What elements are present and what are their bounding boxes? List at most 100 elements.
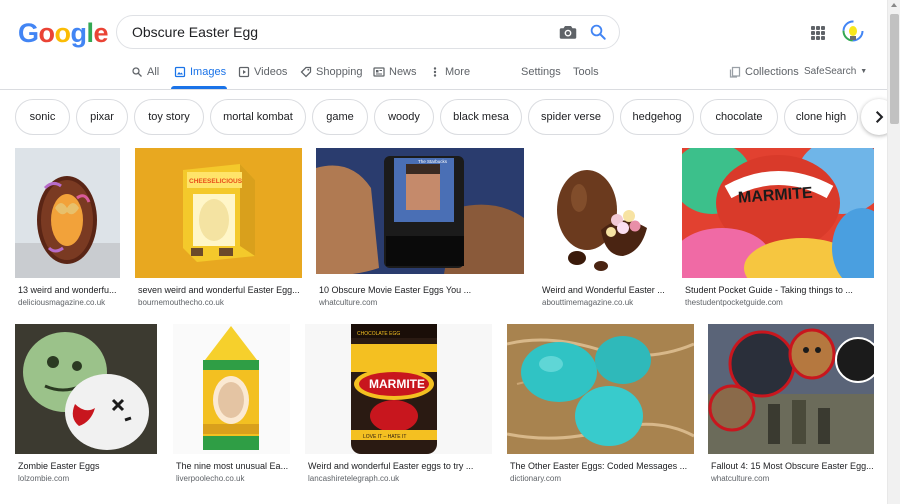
- collections-label: Collections: [745, 66, 799, 78]
- tab-videos[interactable]: Videos: [238, 66, 287, 78]
- result-source: bournemouthecho.co.uk: [138, 298, 224, 307]
- chip[interactable]: mortal kombat: [210, 99, 306, 135]
- chip[interactable]: chocolate: [700, 99, 778, 135]
- fallout-collage-image: [708, 324, 874, 454]
- crayon-egg-box-image: [203, 326, 259, 450]
- tools-link[interactable]: Tools: [573, 66, 599, 78]
- chip[interactable]: black mesa: [440, 99, 522, 135]
- image-icon: [174, 66, 186, 78]
- image-result[interactable]: Weird and Wonderful Easter ... abouttime…: [539, 148, 668, 308]
- result-source: whatculture.com: [711, 474, 770, 483]
- chip[interactable]: pixar: [76, 99, 128, 135]
- search-box[interactable]: Obscure Easter Egg: [116, 15, 620, 49]
- chip[interactable]: game: [312, 99, 368, 135]
- result-thumbnail[interactable]: [15, 148, 120, 278]
- scrollbar-thumb[interactable]: [890, 14, 899, 124]
- chip[interactable]: sonic: [15, 99, 70, 135]
- zombie-eggs-image: [15, 324, 157, 454]
- tab-news-label: News: [389, 66, 417, 78]
- result-title[interactable]: Fallout 4: 15 Most Obscure Easter Egg...: [711, 461, 876, 471]
- tab-all-label: All: [147, 66, 160, 78]
- camera-icon[interactable]: [559, 24, 577, 40]
- video-icon: [238, 66, 250, 78]
- chocolate-eggs-image: [557, 170, 647, 271]
- logo-letter: o: [54, 18, 72, 48]
- logo-letter: o: [38, 18, 56, 48]
- result-title[interactable]: 10 Obscure Movie Easter Eggs You ...: [319, 285, 524, 295]
- result-title[interactable]: The Other Easter Eggs: Coded Messages ..…: [510, 461, 695, 471]
- result-thumbnail[interactable]: [539, 148, 667, 278]
- tab-images[interactable]: Images: [174, 66, 226, 78]
- result-thumbnail[interactable]: [15, 324, 157, 454]
- result-title[interactable]: The nine most unusual Ea...: [176, 461, 291, 471]
- logo-letter: l: [86, 18, 95, 48]
- image-result[interactable]: The Other Easter Eggs: Coded Messages ..…: [507, 324, 695, 490]
- jar-bottom-text: LOVE IT – HATE IT: [363, 434, 406, 440]
- safesearch-label: SafeSearch: [804, 66, 857, 77]
- search-icon[interactable]: [589, 23, 607, 41]
- header: Google Obscure Easter Egg All Images Vid…: [0, 0, 900, 90]
- collections-icon: [729, 66, 741, 78]
- result-source: whatculture.com: [319, 298, 378, 307]
- box-brand-text: CHEESELICIOUS: [189, 178, 243, 185]
- search-input[interactable]: Obscure Easter Egg: [132, 24, 258, 40]
- result-title[interactable]: Student Pocket Guide - Taking things to …: [685, 285, 875, 295]
- result-title[interactable]: Zombie Easter Eggs: [18, 461, 158, 471]
- tab-all[interactable]: All: [131, 66, 159, 78]
- apps-grid-icon[interactable]: [811, 26, 825, 40]
- result-title[interactable]: seven weird and wonderful Easter Egg...: [138, 285, 303, 295]
- result-title[interactable]: 13 weird and wonderfu...: [18, 285, 121, 295]
- image-result[interactable]: The Starbucks 10 Obscure Movie Easter Eg…: [316, 148, 524, 308]
- logo-letter: G: [18, 18, 39, 48]
- marmite-jar-image: CHOCOLATE EGG MARMITE LOVE IT – HATE IT: [351, 324, 437, 454]
- result-thumbnail[interactable]: The Starbucks: [316, 148, 524, 274]
- image-result[interactable]: Fallout 4: 15 Most Obscure Easter Egg...…: [708, 324, 875, 490]
- chip[interactable]: spider verse: [528, 99, 614, 135]
- result-thumbnail[interactable]: [507, 324, 694, 454]
- chevron-down-icon: ▼: [860, 68, 868, 75]
- jar-top-text: CHOCOLATE EGG: [357, 331, 400, 337]
- chip[interactable]: clone high: [784, 99, 858, 135]
- result-thumbnail[interactable]: CHEESELICIOUS: [135, 148, 302, 278]
- chevron-right-icon: [875, 111, 884, 123]
- google-logo[interactable]: Google: [18, 18, 109, 49]
- active-tab-indicator: [171, 86, 227, 89]
- chip[interactable]: hedgehog: [620, 99, 694, 135]
- chip[interactable]: toy story: [134, 99, 204, 135]
- result-source: dictionary.com: [510, 474, 561, 483]
- collections-link[interactable]: Collections: [729, 66, 799, 78]
- related-searches: sonic pixar toy story mortal kombat game…: [0, 99, 900, 137]
- image-result[interactable]: The nine most unusual Ea... liverpoolech…: [173, 324, 291, 490]
- cheese-egg-box-image: CHEESELICIOUS: [183, 164, 255, 262]
- tab-news[interactable]: News: [373, 66, 417, 78]
- result-thumbnail[interactable]: [708, 324, 874, 454]
- image-result[interactable]: CHOCOLATE EGG MARMITE LOVE IT – HATE IT …: [305, 324, 493, 490]
- image-result[interactable]: MARMITE Student Pocket Guide - Taking th…: [682, 148, 875, 308]
- marmite-eggs-image: MARMITE: [682, 148, 874, 278]
- result-thumbnail[interactable]: [173, 324, 290, 454]
- settings-link[interactable]: Settings: [521, 66, 561, 78]
- result-title[interactable]: Weird and wonderful Easter eggs to try .…: [308, 461, 493, 471]
- result-thumbnail[interactable]: CHOCOLATE EGG MARMITE LOVE IT – HATE IT: [305, 324, 492, 454]
- logo-letter: e: [93, 18, 109, 48]
- blue-eggs-nest-image: [507, 324, 694, 454]
- image-result[interactable]: CHEESELICIOUS seven weird and wonderful …: [135, 148, 303, 308]
- account-avatar-icon[interactable]: [842, 20, 864, 44]
- more-vert-icon: [433, 67, 437, 77]
- page-scrollbar[interactable]: [887, 0, 900, 504]
- chip[interactable]: woody: [374, 99, 434, 135]
- result-source: liverpoolecho.co.uk: [176, 474, 245, 483]
- safesearch-toggle[interactable]: SafeSearch ▼: [804, 66, 867, 77]
- result-source: lancashiretelegraph.co.uk: [308, 474, 400, 483]
- news-icon: [373, 67, 385, 77]
- result-title[interactable]: Weird and Wonderful Easter ...: [542, 285, 668, 295]
- logo-letter: g: [70, 18, 88, 48]
- scroll-up-arrow-icon[interactable]: [891, 3, 897, 7]
- image-result[interactable]: Zombie Easter Eggs lolzombie.com: [15, 324, 158, 490]
- tab-shopping-label: Shopping: [316, 66, 363, 78]
- tab-shopping[interactable]: Shopping: [300, 66, 363, 78]
- result-thumbnail[interactable]: MARMITE: [682, 148, 874, 278]
- tab-more[interactable]: More: [429, 66, 470, 78]
- tab-images-label: Images: [190, 66, 227, 78]
- image-result[interactable]: 13 weird and wonderfu... deliciousmagazi…: [15, 148, 121, 308]
